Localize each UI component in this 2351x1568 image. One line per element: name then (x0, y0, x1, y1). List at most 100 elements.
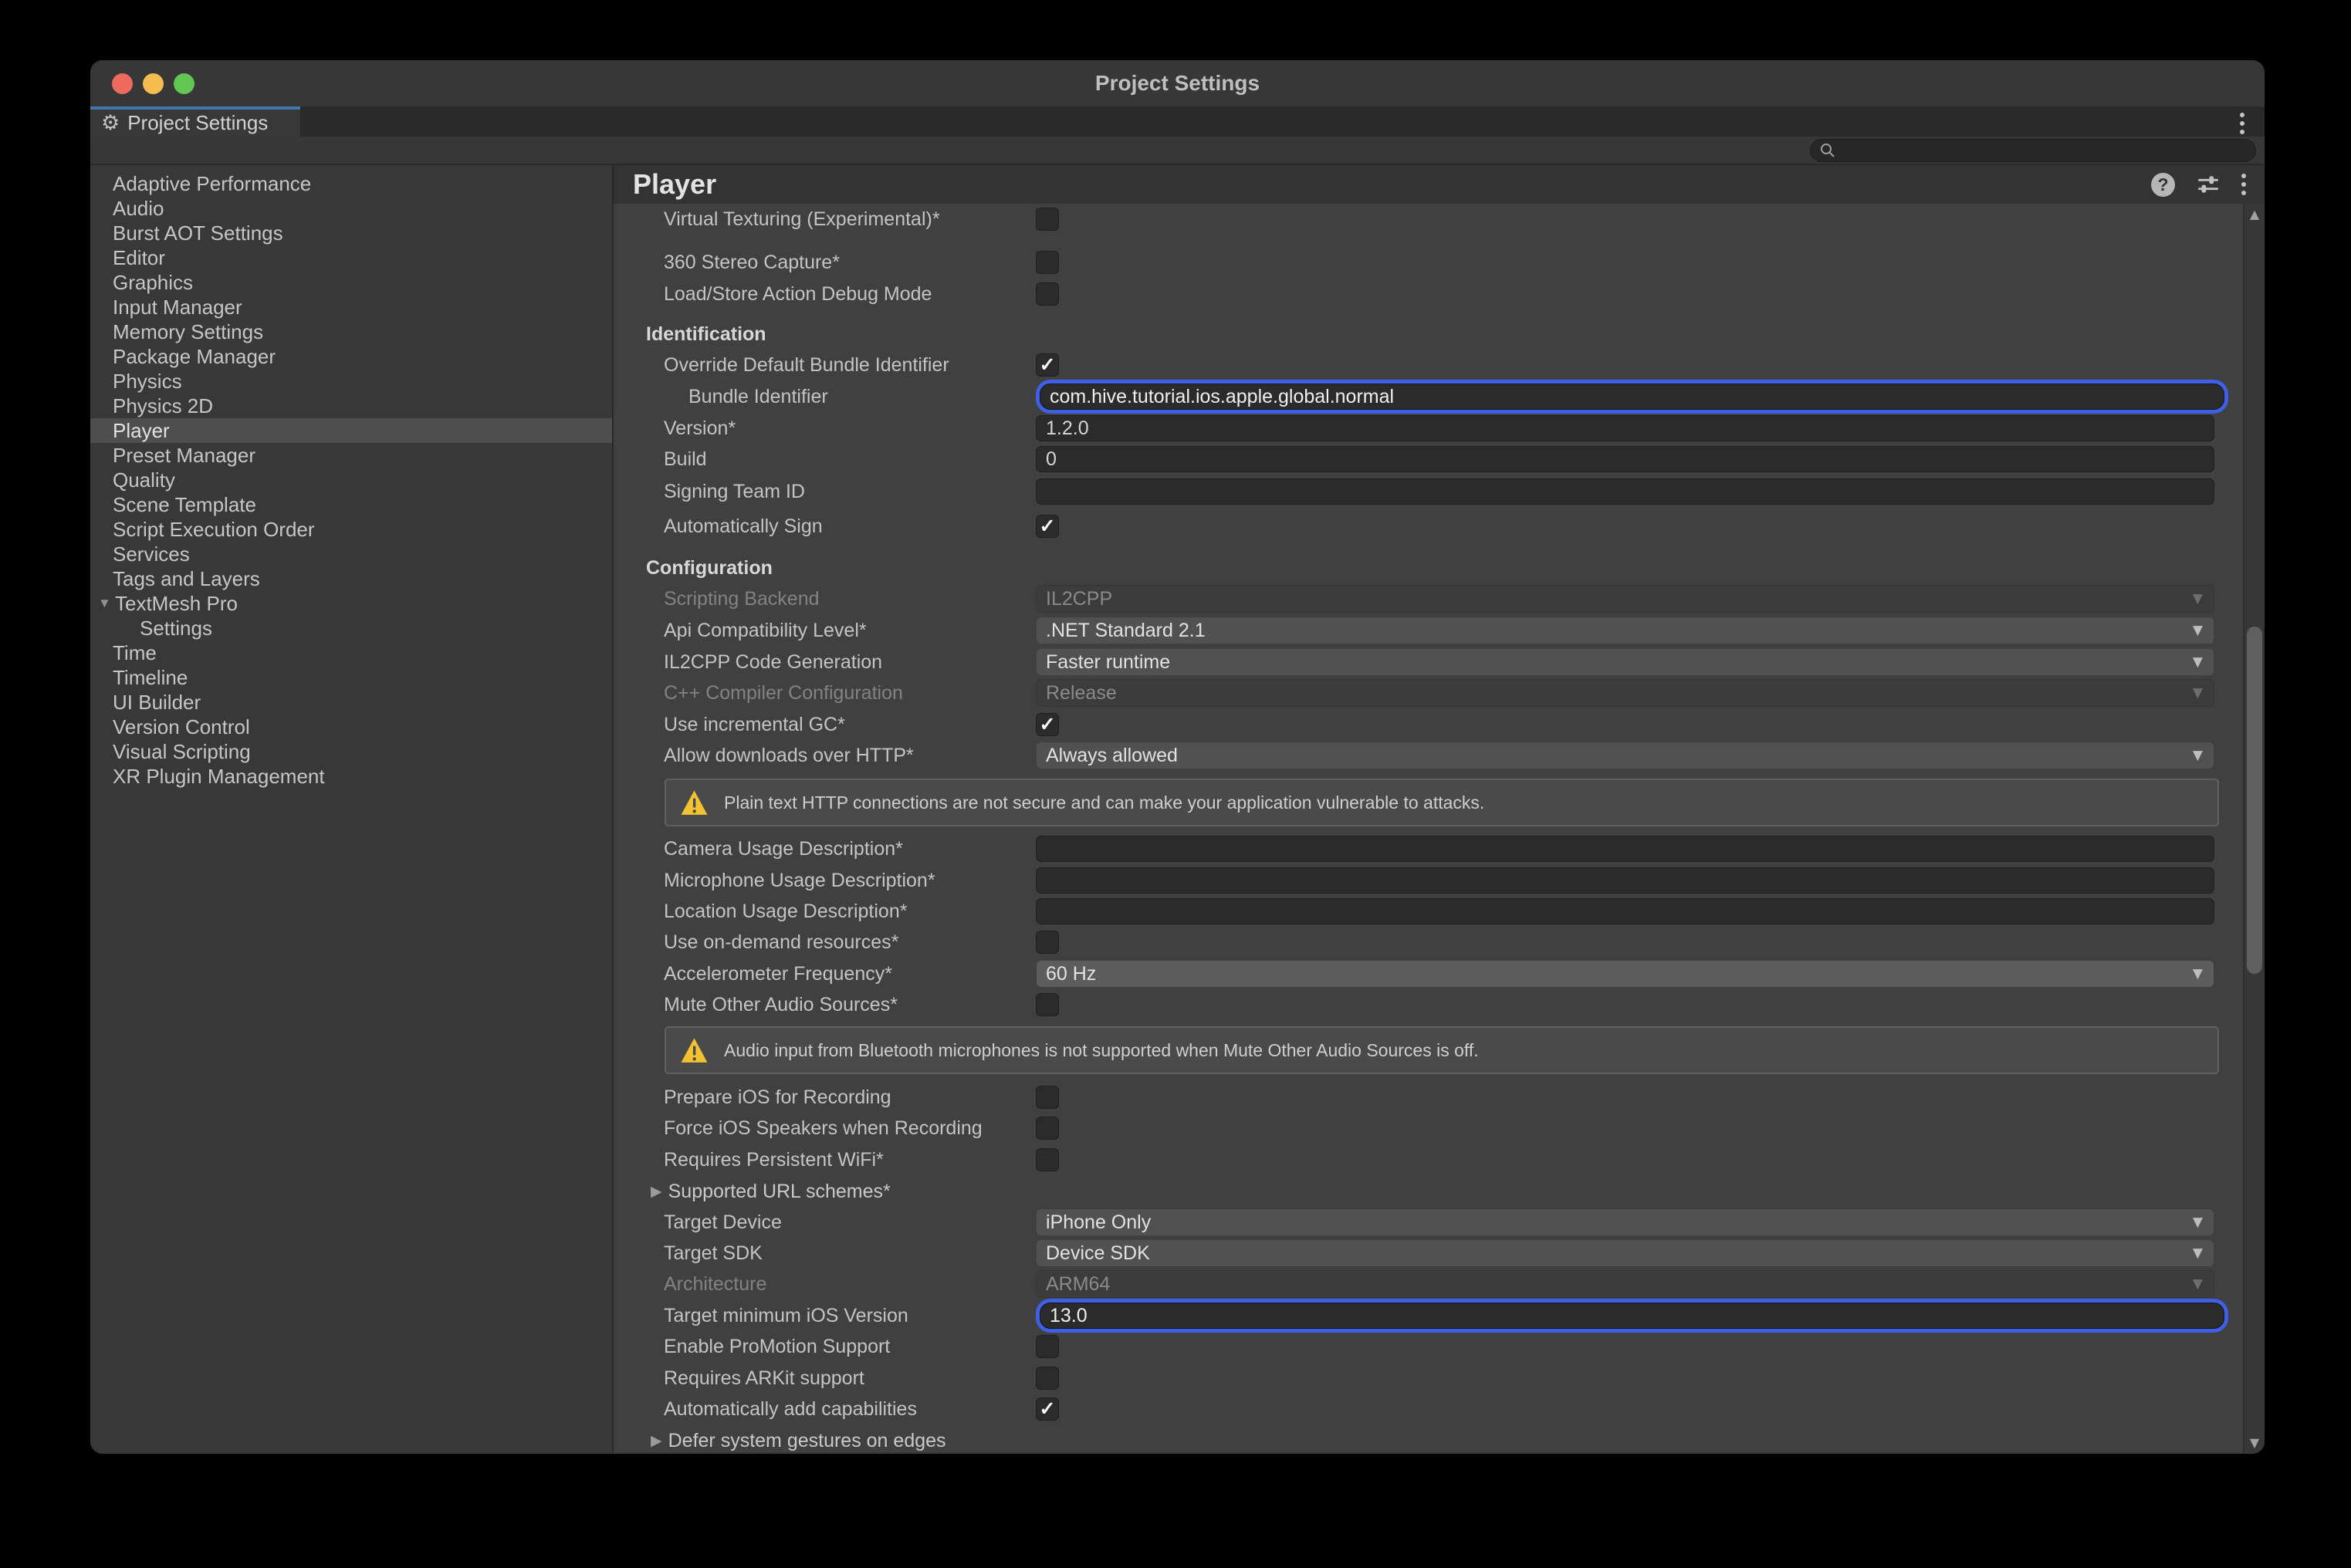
scrollbar-thumb[interactable] (2247, 627, 2262, 974)
zoom-window-button[interactable] (174, 73, 195, 94)
settings-row-target-sdk: Target SDKDevice SDK▼ (614, 1238, 2243, 1269)
sidebar-item-script-execution-order[interactable]: Script Execution Order (90, 517, 612, 542)
requires-arkit-support-checkbox[interactable] (1036, 1367, 1059, 1390)
settings-row-requires-arkit-support: Requires ARKit support (614, 1363, 2243, 1394)
settings-row-signing-team-id: Signing Team ID (614, 476, 2243, 507)
target-device-dropdown[interactable]: iPhone Only▼ (1036, 1208, 2214, 1236)
settings-row-prepare-ios-for-recording: Prepare iOS for Recording (614, 1082, 2243, 1113)
sidebar-item-burst-aot-settings[interactable]: Burst AOT Settings (90, 221, 612, 245)
chevron-down-icon: ▼ (2193, 1276, 2203, 1292)
defer-system-gestures-on-edges-foldout[interactable]: ▶Defer system gestures on edges (614, 1425, 2243, 1452)
build-field[interactable]: 0 (1036, 446, 2214, 472)
sidebar-item-textmesh-pro[interactable]: ▼TextMesh Pro (90, 591, 612, 616)
sidebar-item-player[interactable]: Player (90, 418, 612, 443)
mute-other-audio-sources-checkbox[interactable] (1036, 993, 1059, 1016)
sidebar-item-physics[interactable]: Physics (90, 369, 612, 394)
camera-usage-description-field[interactable] (1036, 836, 2214, 862)
stereo-360-capture-checkbox[interactable] (1036, 251, 1059, 274)
field-label: Target SDK (664, 1242, 1036, 1265)
api-compatibility-level-dropdown[interactable]: .NET Standard 2.1▼ (1036, 617, 2214, 644)
sidebar-item-visual-scripting[interactable]: Visual Scripting (90, 739, 612, 764)
chevron-down-icon: ▼ (2193, 654, 2203, 670)
sidebar-item-audio[interactable]: Audio (90, 196, 612, 221)
supported-url-schemes-foldout[interactable]: ▶Supported URL schemes* (614, 1176, 2243, 1207)
presets-icon[interactable] (2195, 171, 2221, 198)
sidebar-item-label: Preset Manager (113, 444, 255, 468)
load-store-action-debug-mode-checkbox[interactable] (1036, 282, 1059, 306)
tab-project-settings[interactable]: ⚙ Project Settings (90, 106, 300, 137)
sidebar-item-package-manager[interactable]: Package Manager (90, 344, 612, 369)
automatically-add-capabilities-checkbox[interactable]: ✓ (1036, 1397, 1059, 1421)
sidebar-item-scene-template[interactable]: Scene Template (90, 492, 612, 517)
force-ios-speakers-when-recording-checkbox[interactable] (1036, 1117, 1059, 1140)
sidebar-item-tags-and-layers[interactable]: Tags and Layers (90, 566, 612, 591)
sidebar-item-editor[interactable]: Editor (90, 245, 612, 270)
scroll-down-icon[interactable]: ▼ (2244, 1434, 2265, 1451)
bluetooth-warning-box: Audio input from Bluetooth microphones i… (665, 1026, 2219, 1074)
foldout-closed-icon: ▶ (651, 1432, 662, 1449)
focus-ring: com.hive.tutorial.ios.apple.global.norma… (1036, 380, 2228, 414)
enable-promotion-support-checkbox[interactable] (1036, 1335, 1059, 1358)
more-icon[interactable] (2241, 174, 2246, 195)
vertical-scrollbar[interactable]: ▲ ▼ (2243, 204, 2265, 1452)
architecture-dropdown: ARM64▼ (1036, 1270, 2214, 1298)
sidebar-item-memory-settings[interactable]: Memory Settings (90, 319, 612, 344)
section-label: Identification (646, 323, 766, 346)
dropdown-value: Faster runtime (1046, 651, 2193, 674)
field-label: Force iOS Speakers when Recording (664, 1117, 1036, 1140)
target-sdk-dropdown[interactable]: Device SDK▼ (1036, 1239, 2214, 1267)
override-default-bundle-identifier-checkbox[interactable]: ✓ (1036, 353, 1059, 377)
close-window-button[interactable] (112, 73, 133, 94)
sidebar-item-settings[interactable]: Settings (90, 616, 612, 640)
chevron-down-icon: ▼ (2193, 1245, 2203, 1261)
virtual-texturing-checkbox[interactable] (1036, 208, 1059, 231)
scroll-up-icon[interactable]: ▲ (2244, 205, 2265, 222)
microphone-usage-description-field[interactable] (1036, 867, 2214, 894)
sidebar-item-physics-2d[interactable]: Physics 2D (90, 394, 612, 418)
sidebar-item-timeline[interactable]: Timeline (90, 665, 612, 690)
settings-rows: Virtual Texturing (Experimental)*360 Ste… (614, 204, 2243, 1452)
target-minimum-ios-version-field[interactable]: 13.0 (1040, 1303, 2224, 1329)
use-incremental-gc-checkbox[interactable]: ✓ (1036, 713, 1059, 736)
sidebar-item-graphics[interactable]: Graphics (90, 270, 612, 295)
section-label: Configuration (646, 557, 773, 580)
sidebar-item-ui-builder[interactable]: UI Builder (90, 690, 612, 715)
signing-team-id-field[interactable] (1036, 478, 2214, 505)
search-input[interactable] (1843, 140, 2229, 161)
sidebar-item-time[interactable]: Time (90, 640, 612, 665)
sidebar-item-xr-plugin-management[interactable]: XR Plugin Management (90, 764, 612, 789)
sidebar-item-label: Timeline (113, 666, 188, 690)
settings-row-load-store-action-debug-mode: Load/Store Action Debug Mode (614, 279, 2243, 309)
tab-strip-more-icon[interactable] (2240, 113, 2244, 134)
il2cpp-code-generation-dropdown[interactable]: Faster runtime▼ (1036, 648, 2214, 676)
bundle-identifier-field[interactable]: com.hive.tutorial.ios.apple.global.norma… (1040, 384, 2224, 410)
accelerometer-frequency-dropdown[interactable]: 60 Hz▼ (1036, 960, 2214, 988)
requires-persistent-wifi-checkbox[interactable] (1036, 1148, 1059, 1171)
foldout-label: Supported URL schemes* (668, 1181, 891, 1203)
prepare-ios-for-recording-checkbox[interactable] (1036, 1086, 1059, 1109)
sidebar-item-label: Script Execution Order (113, 518, 315, 542)
version-field[interactable]: 1.2.0 (1036, 415, 2214, 441)
sidebar-item-label: TextMesh Pro (115, 592, 238, 616)
field-label: Target minimum iOS Version (664, 1305, 1036, 1327)
field-label: Load/Store Action Debug Mode (664, 283, 1036, 306)
automatically-sign-checkbox[interactable]: ✓ (1036, 515, 1059, 538)
sidebar-item-services[interactable]: Services (90, 542, 612, 566)
settings-row-automatically-sign: Automatically Sign✓ (614, 511, 2243, 542)
search-box[interactable] (1810, 139, 2256, 162)
minimize-window-button[interactable] (143, 73, 164, 94)
use-on-demand-resources-checkbox[interactable] (1036, 931, 1059, 954)
allow-downloads-over-http-dropdown[interactable]: Always allowed▼ (1036, 742, 2214, 769)
sidebar-item-label: Quality (113, 468, 175, 492)
field-value: 0 (1046, 448, 1057, 471)
sidebar-item-input-manager[interactable]: Input Manager (90, 295, 612, 319)
sidebar-item-adaptive-performance[interactable]: Adaptive Performance (90, 171, 612, 196)
location-usage-description-field[interactable] (1036, 898, 2214, 924)
help-icon[interactable]: ? (2151, 173, 2175, 197)
sidebar-item-label: Memory Settings (113, 320, 263, 344)
sidebar-item-preset-manager[interactable]: Preset Manager (90, 443, 612, 468)
sidebar-item-quality[interactable]: Quality (90, 468, 612, 492)
sidebar-item-version-control[interactable]: Version Control (90, 715, 612, 739)
foldout-open-icon[interactable]: ▼ (98, 596, 115, 611)
chevron-down-icon: ▼ (2193, 623, 2203, 638)
